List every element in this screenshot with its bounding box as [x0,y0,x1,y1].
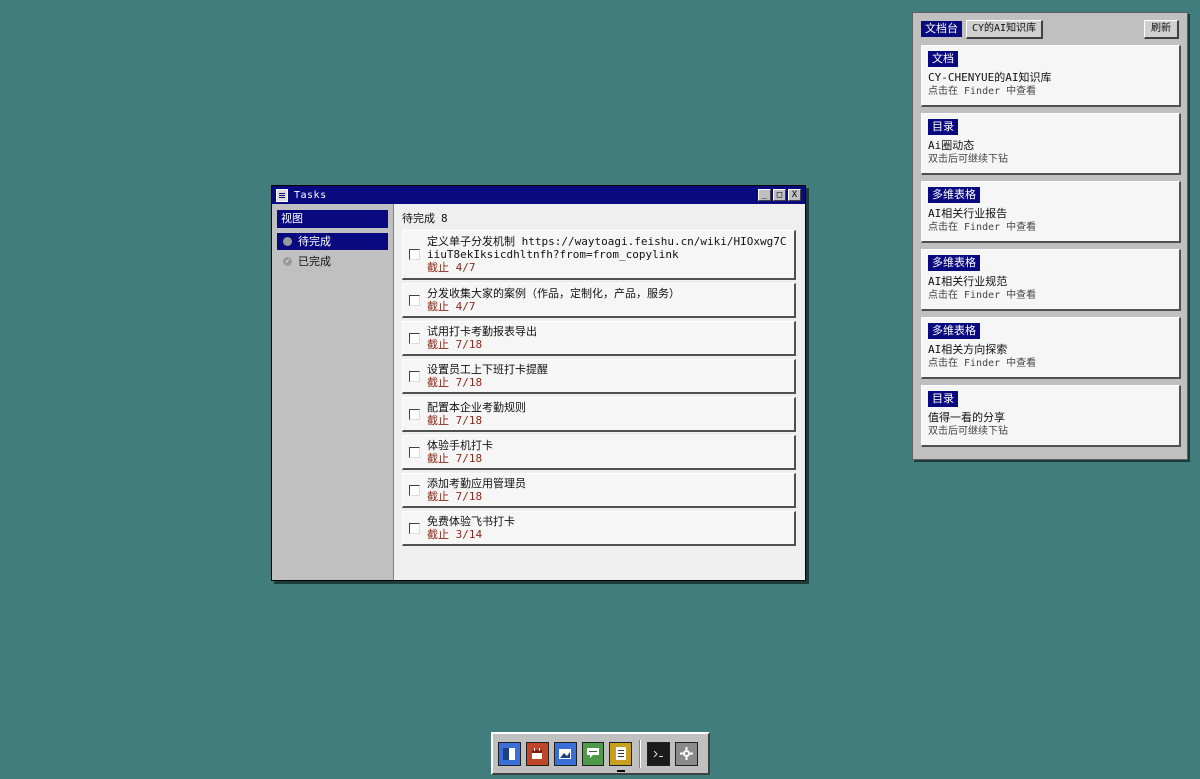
doc-card[interactable]: 多维表格 AI相关方向探索 点击在 Finder 中查看 [921,317,1181,379]
task-checkbox[interactable] [409,332,420,344]
task-checkbox[interactable] [409,249,420,260]
calendar-icon[interactable] [525,741,549,766]
task-checkbox[interactable] [409,370,420,382]
doc-card[interactable]: 多维表格 AI相关行业规范 点击在 Finder 中查看 [921,249,1181,311]
dock [491,732,710,775]
task-due: 截止 7/18 [427,490,483,503]
task-count: 8 [441,212,448,225]
docs-toolbar: 文档台 CY的AI知识库 刷新 [913,13,1187,45]
task-list-heading: 待完成 8 [402,210,797,228]
doc-type-badge: 多维表格 [928,255,980,271]
task-due: 截止 7/18 [427,414,483,427]
doc-card[interactable]: 多维表格 AI相关行业报告 点击在 Finder 中查看 [921,181,1181,243]
sidebar-header: 视图 [277,210,388,228]
doc-name: AI相关方向探索 [928,343,1008,356]
finder-icon[interactable] [498,741,521,766]
task-checkbox[interactable] [409,446,420,458]
doc-type-badge: 多维表格 [928,187,980,203]
doc-card[interactable]: 目录 Ai圈动态 双击后可继续下钻 [921,113,1181,175]
tasks-app-icon [276,188,288,202]
task-title: 免费体验飞书打卡 [427,515,515,528]
task-due: 截止 4/7 [427,300,476,313]
task-list-pane: 待完成 8 定义单子分发机制 https://waytoagi.feishu.cn… [394,204,805,580]
doc-type-badge: 目录 [928,119,958,135]
active-indicator [617,769,626,772]
photos-icon[interactable] [553,741,577,766]
task-title: 添加考勤应用管理员 [427,477,526,490]
doc-name: AI相关行业规范 [928,275,1008,288]
sidebar-item-pending[interactable]: 待完成 [277,233,388,250]
task-item[interactable]: 分发收集大家的案例（作品，定制化，产品，服务） 截止 4/7 [402,283,796,318]
task-item[interactable]: 配置本企业考勤规则 截止 7/18 [402,397,796,432]
task-title: 配置本企业考勤规则 [427,401,526,414]
doc-hint: 双击后可继续下钻 [928,154,1008,165]
view-sidebar: 视图 待完成 ✓ 已完成 [272,204,394,580]
task-item[interactable]: 添加考勤应用管理员 截止 7/18 [402,473,796,508]
refresh-button[interactable]: 刷新 [1144,19,1179,39]
sidebar-item-label: 待完成 [298,235,331,248]
doc-hint: 点击在 Finder 中查看 [928,86,1037,97]
dock-separator [639,739,642,768]
doc-name: Ai圈动态 [928,139,975,152]
close-button[interactable]: X [788,189,801,201]
task-checkbox[interactable] [409,522,420,534]
task-due: 截止 4/7 [427,261,476,274]
terminal-icon[interactable] [647,741,671,766]
doc-type-badge: 文档 [928,51,958,67]
tasks-window: Tasks _ □ X 视图 待完成 ✓ 已完成 待完成 8 定义单子分发机制 h… [271,185,806,581]
task-title: 设置员工上下班打卡提醒 [427,363,548,376]
doc-name: 值得一看的分享 [928,411,1005,424]
sidebar-item-completed[interactable]: ✓ 已完成 [277,253,388,270]
doc-card[interactable]: 文档 CY-CHENYUE的AI知识库 点击在 Finder 中查看 [921,45,1181,107]
doc-name: CY-CHENYUE的AI知识库 [928,71,1052,84]
task-item[interactable]: 设置员工上下班打卡提醒 截止 7/18 [402,359,796,394]
tab-docs-desk[interactable]: 文档台 [921,21,962,37]
task-title: 体验手机打卡 [427,439,493,452]
task-due: 截止 7/18 [427,452,483,465]
task-title: 定义单子分发机制 https://waytoagi.feishu.cn/wiki… [427,235,787,261]
task-title: 试用打卡考勤报表导出 [427,325,537,338]
task-due: 截止 7/18 [427,376,483,389]
circle-icon [283,237,292,246]
doc-type-badge: 多维表格 [928,323,980,339]
notes-icon[interactable] [609,741,633,772]
task-checkbox[interactable] [409,408,420,420]
minimize-button[interactable]: _ [758,189,771,201]
task-due: 截止 3/14 [427,528,483,541]
doc-type-badge: 目录 [928,391,958,407]
tasks-titlebar[interactable]: Tasks _ □ X [272,186,805,204]
doc-name: AI相关行业报告 [928,207,1008,220]
settings-icon[interactable] [675,741,698,766]
docs-panel: 文档台 CY的AI知识库 刷新 文档 CY-CHENYUE的AI知识库 点击在 … [912,12,1188,460]
task-checkbox[interactable] [409,294,420,306]
task-title: 分发收集大家的案例（作品，定制化，产品，服务） [427,287,680,300]
doc-hint: 点击在 Finder 中查看 [928,358,1037,369]
doc-card[interactable]: 目录 值得一看的分享 双击后可继续下钻 [921,385,1181,447]
chat-icon[interactable] [581,741,605,766]
check-circle-icon: ✓ [283,257,292,266]
task-item[interactable]: 定义单子分发机制 https://waytoagi.feishu.cn/wiki… [402,230,796,280]
sidebar-item-label: 已完成 [298,255,331,268]
doc-hint: 点击在 Finder 中查看 [928,290,1037,301]
maximize-button[interactable]: □ [773,189,786,201]
doc-hint: 点击在 Finder 中查看 [928,222,1037,233]
task-item[interactable]: 试用打卡考勤报表导出 截止 7/18 [402,321,796,356]
window-title: Tasks [294,189,327,201]
task-due: 截止 7/18 [427,338,483,351]
task-checkbox[interactable] [409,484,420,496]
doc-hint: 双击后可继续下钻 [928,426,1008,437]
heading-label: 待完成 [402,212,435,225]
tab-knowledge-base[interactable]: CY的AI知识库 [966,19,1044,39]
task-item[interactable]: 免费体验飞书打卡 截止 3/14 [402,511,796,546]
task-item[interactable]: 体验手机打卡 截止 7/18 [402,435,796,470]
